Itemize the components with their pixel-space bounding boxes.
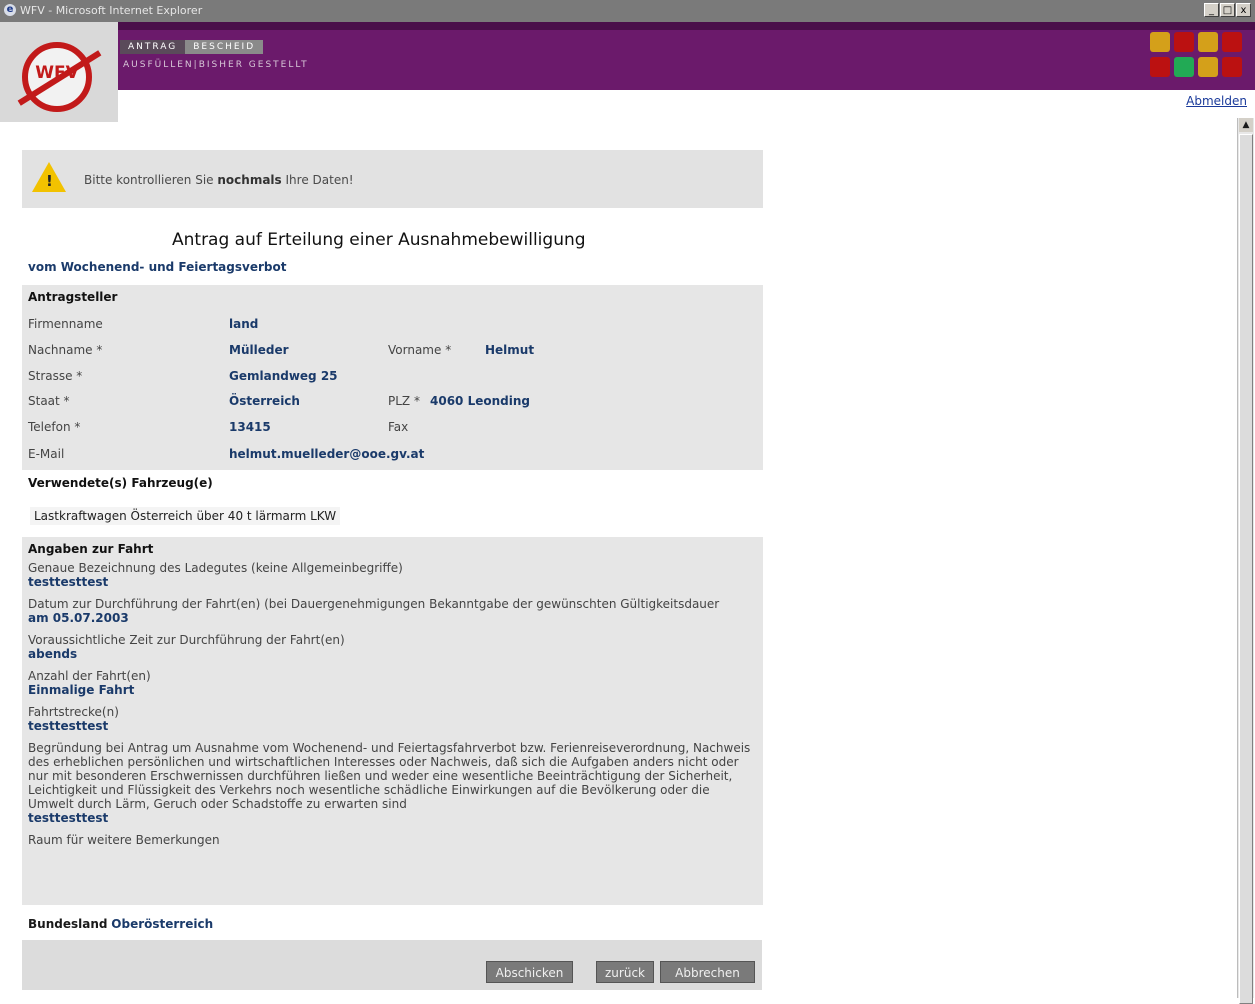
ladegut-value: testtesttest [28,575,109,589]
form-subtitle: vom Wochenend- und Feiertagsverbot [28,260,287,274]
staat-label: Staat * [28,394,70,408]
telefon-value: 13415 [229,420,271,434]
bundesland: Bundesland Oberösterreich [28,917,213,931]
header-banner [0,22,1255,90]
minimize-button[interactable]: _ [1204,3,1219,17]
close-button[interactable]: x [1236,3,1251,17]
tab-bescheid[interactable]: BESCHEID [185,40,264,54]
main-content: ! Bitte kontrollieren Sie nochmals Ihre … [22,150,763,931]
vorname-label: Vorname * [388,343,452,357]
scroll-up-icon[interactable]: ▲ [1239,118,1253,132]
alert-text-bold: nochmals [217,173,282,187]
alert-text-prefix: Bitte kontrollieren Sie [84,173,218,187]
button-bar: Abschicken zurück Abbrechen [22,940,762,990]
window-title: WFV - Microsoft Internet Explorer [20,4,203,17]
bemerkungen-label: Raum für weitere Bemerkungen [28,833,220,847]
window-titlebar: e WFV - Microsoft Internet Explorer _ □ … [0,0,1255,22]
ie-icon: e [4,4,16,16]
staat-value: Österreich [229,394,300,408]
zeit-label: Voraussichtliche Zeit zur Durchführung d… [28,633,345,647]
main-tabs: ANTRAG BESCHEID [120,40,264,54]
fax-label: Fax [388,420,409,434]
window-controls: _ □ x [1204,3,1251,17]
applicant-section-title: Antragsteller [28,290,118,304]
scrollbar-thumb[interactable] [1239,134,1253,1004]
alert-box: ! Bitte kontrollieren Sie nochmals Ihre … [22,150,763,208]
email-label: E-Mail [28,447,65,461]
email-value: helmut.muelleder@ooe.gv.at [229,447,425,461]
trip-item-datum: Datum zur Durchführung der Fahrt(en) (be… [22,597,763,625]
banner-strip [0,22,1255,30]
trip-item-anzahl: Anzahl der Fahrt(en) Einmalige Fahrt [22,669,763,697]
applicant-section: Antragsteller [22,285,763,470]
begruendung-label: Begründung bei Antrag um Ausnahme vom Wo… [28,741,751,811]
trip-item-bemerkungen: Raum für weitere Bemerkungen [22,833,763,847]
nachname-label: Nachname * [28,343,103,357]
begruendung-value: testtesttest [28,811,109,825]
strasse-value: Gemlandweg 25 [229,369,338,383]
firmenname-label: Firmenname [28,317,103,331]
trip-section: Angaben zur Fahrt Genaue Bezeichnung des… [22,537,763,905]
logo: WFV [0,22,118,122]
trip-item-strecke: Fahrtstrecke(n) testtesttest [22,705,763,733]
trip-item-begruendung: Begründung bei Antrag um Ausnahme vom Wo… [22,741,763,825]
datum-label: Datum zur Durchführung der Fahrt(en) (be… [28,597,720,611]
nachname-value: Mülleder [229,343,289,357]
maximize-button[interactable]: □ [1220,3,1235,17]
vehicles-section-title: Verwendete(s) Fahrzeug(e) [28,476,213,490]
telefon-label: Telefon * [28,420,81,434]
bundesland-value: Oberösterreich [111,917,214,931]
alert-text: Bitte kontrollieren Sie nochmals Ihre Da… [84,173,354,187]
back-button[interactable]: zurück [596,961,654,983]
logout-link[interactable]: Abmelden [1186,94,1247,108]
trip-section-title: Angaben zur Fahrt [28,542,154,556]
bundesland-label: Bundesland [28,917,108,931]
firmenname-value: land [229,317,259,331]
anzahl-label: Anzahl der Fahrt(en) [28,669,151,683]
strasse-label: Strasse * [28,369,83,383]
alert-text-suffix: Ihre Daten! [281,173,354,187]
sub-tabs[interactable]: AUSFÜLLEN|BISHER GESTELLT [123,60,309,70]
vehicle-entry: Lastkraftwagen Österreich über 40 t lärm… [30,507,341,525]
trip-item-zeit: Voraussichtliche Zeit zur Durchführung d… [22,633,763,661]
submit-button[interactable]: Abschicken [486,961,573,983]
ladegut-label: Genaue Bezeichnung des Ladegutes (keine … [28,561,403,575]
plz-label: PLZ * [388,394,420,408]
logo-text: WFV [35,63,79,83]
strecke-value: testtesttest [28,719,109,733]
vorname-value: Helmut [485,343,535,357]
strecke-label: Fahrtstrecke(n) [28,705,119,719]
tab-antrag[interactable]: ANTRAG [120,40,186,54]
page-scrollbar[interactable]: ▲ [1237,118,1254,1004]
form-title: Antrag auf Erteilung einer Ausnahmebewil… [172,230,586,250]
warning-mark: ! [46,172,53,190]
trip-item-ladegut: Genaue Bezeichnung des Ladegutes (keine … [22,561,763,589]
zeit-value: abends [28,647,78,661]
anzahl-value: Einmalige Fahrt [28,683,135,697]
datum-value: am 05.07.2003 [28,611,129,625]
cancel-button[interactable]: Abbrechen [660,961,755,983]
coat-of-arms-icon [1150,32,1250,80]
plz-value: 4060 Leonding [430,394,530,408]
